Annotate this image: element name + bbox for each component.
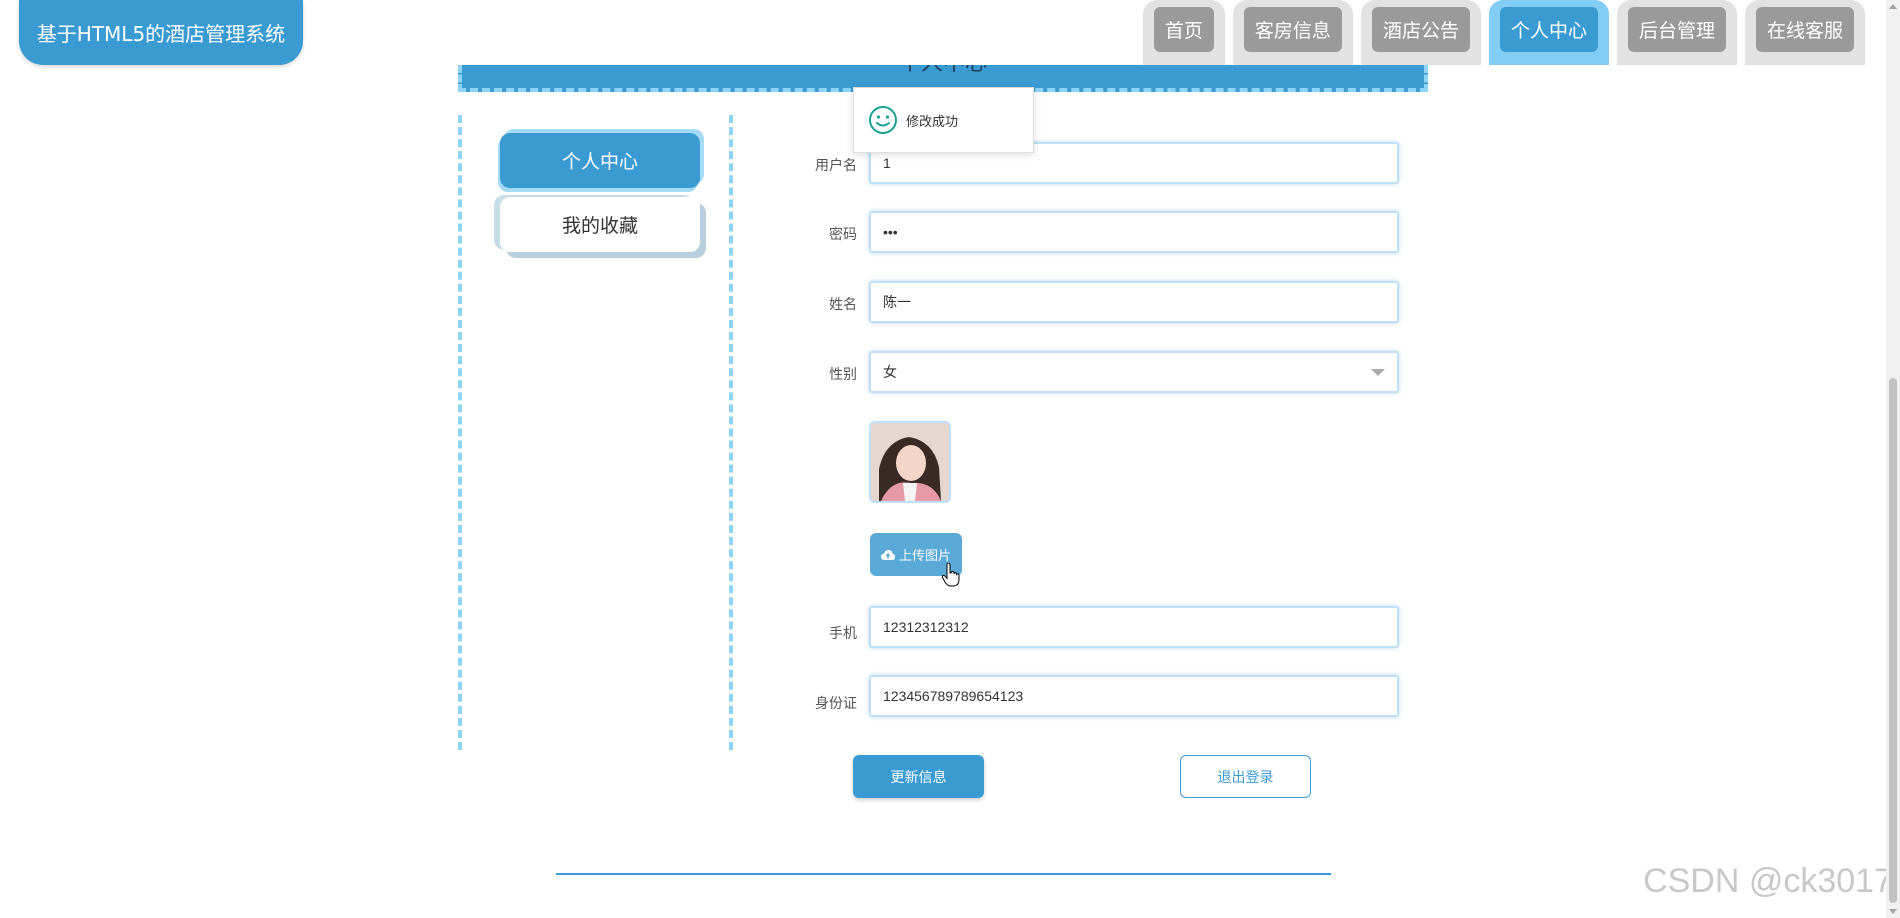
username-label: 用户名 [815, 158, 857, 174]
chevron-down-icon [1371, 369, 1385, 376]
scroll-thumb[interactable] [1889, 378, 1897, 903]
nav-admin[interactable]: 后台管理 [1616, 0, 1737, 65]
gender-label: 性别 [829, 367, 857, 383]
phone-label: 手机 [829, 626, 857, 642]
nav-notices[interactable]: 酒店公告 [1360, 0, 1481, 65]
logout-button[interactable]: 退出登录 [1180, 755, 1311, 798]
name-label: 姓名 [829, 297, 857, 313]
idcard-field[interactable]: 123456789789654123 [869, 675, 1399, 717]
avatar-photo [871, 423, 949, 501]
toast-message: 修改成功 [906, 114, 959, 130]
password-value: ••• [883, 224, 898, 240]
nav-admin-label: 后台管理 [1627, 7, 1726, 52]
scroll-up-icon[interactable] [1889, 4, 1897, 9]
nav-rooms-label: 客房信息 [1243, 7, 1342, 52]
sidebar-item-label: 我的收藏 [561, 215, 638, 237]
nav-online-service-label: 在线客服 [1755, 7, 1854, 52]
gender-select[interactable]: 女 [869, 351, 1399, 393]
hand-cursor-icon [942, 563, 960, 587]
password-field[interactable]: ••• [869, 211, 1399, 253]
sidebar-item-favorites[interactable]: 我的收藏 [500, 197, 700, 252]
logout-label: 退出登录 [1217, 769, 1274, 786]
footer-divider [556, 873, 1331, 875]
nav-home[interactable]: 首页 [1142, 0, 1225, 65]
phone-field[interactable]: 12312312312 [869, 606, 1399, 648]
nav-online-service[interactable]: 在线客服 [1744, 0, 1865, 65]
phone-value: 12312312312 [883, 619, 969, 635]
nav-personal-center-label: 个人中心 [1499, 7, 1598, 52]
sidebar-item-label: 个人中心 [561, 151, 638, 173]
idcard-value: 123456789789654123 [883, 688, 1024, 704]
success-toast: 修改成功 [853, 87, 1034, 153]
brand-logo[interactable]: 基于HTML5的酒店管理系统 [19, 0, 303, 65]
nav-personal-center[interactable]: 个人中心 [1488, 0, 1609, 65]
smile-icon [869, 106, 897, 134]
nav-notices-label: 酒店公告 [1371, 7, 1470, 52]
upload-label: 上传图片 [898, 549, 951, 564]
name-value: 陈一 [883, 294, 911, 310]
cloud-upload-icon [880, 549, 895, 560]
page-title: 个人中心 [462, 65, 1424, 77]
gender-value: 女 [883, 364, 897, 380]
sidebar-item-personal-center[interactable]: 个人中心 [500, 133, 700, 188]
brand-title: 基于HTML5的酒店管理系统 [36, 22, 286, 46]
update-label: 更新信息 [890, 769, 947, 786]
username-value: 1 [883, 155, 891, 171]
scroll-down-icon[interactable] [1889, 909, 1897, 914]
top-nav: 首页 客房信息 酒店公告 个人中心 后台管理 在线客服 [1142, 0, 1865, 65]
password-label: 密码 [829, 227, 857, 243]
name-field[interactable]: 陈一 [869, 281, 1399, 323]
sidebar: 个人中心 我的收藏 [458, 115, 733, 750]
nav-rooms[interactable]: 客房信息 [1232, 0, 1353, 65]
avatar [869, 421, 951, 503]
update-info-button[interactable]: 更新信息 [853, 755, 984, 798]
scrollbar[interactable] [1886, 0, 1900, 918]
idcard-label: 身份证 [815, 696, 857, 712]
watermark: CSDN @ck3017 [1643, 862, 1893, 900]
nav-home-label: 首页 [1153, 7, 1214, 52]
